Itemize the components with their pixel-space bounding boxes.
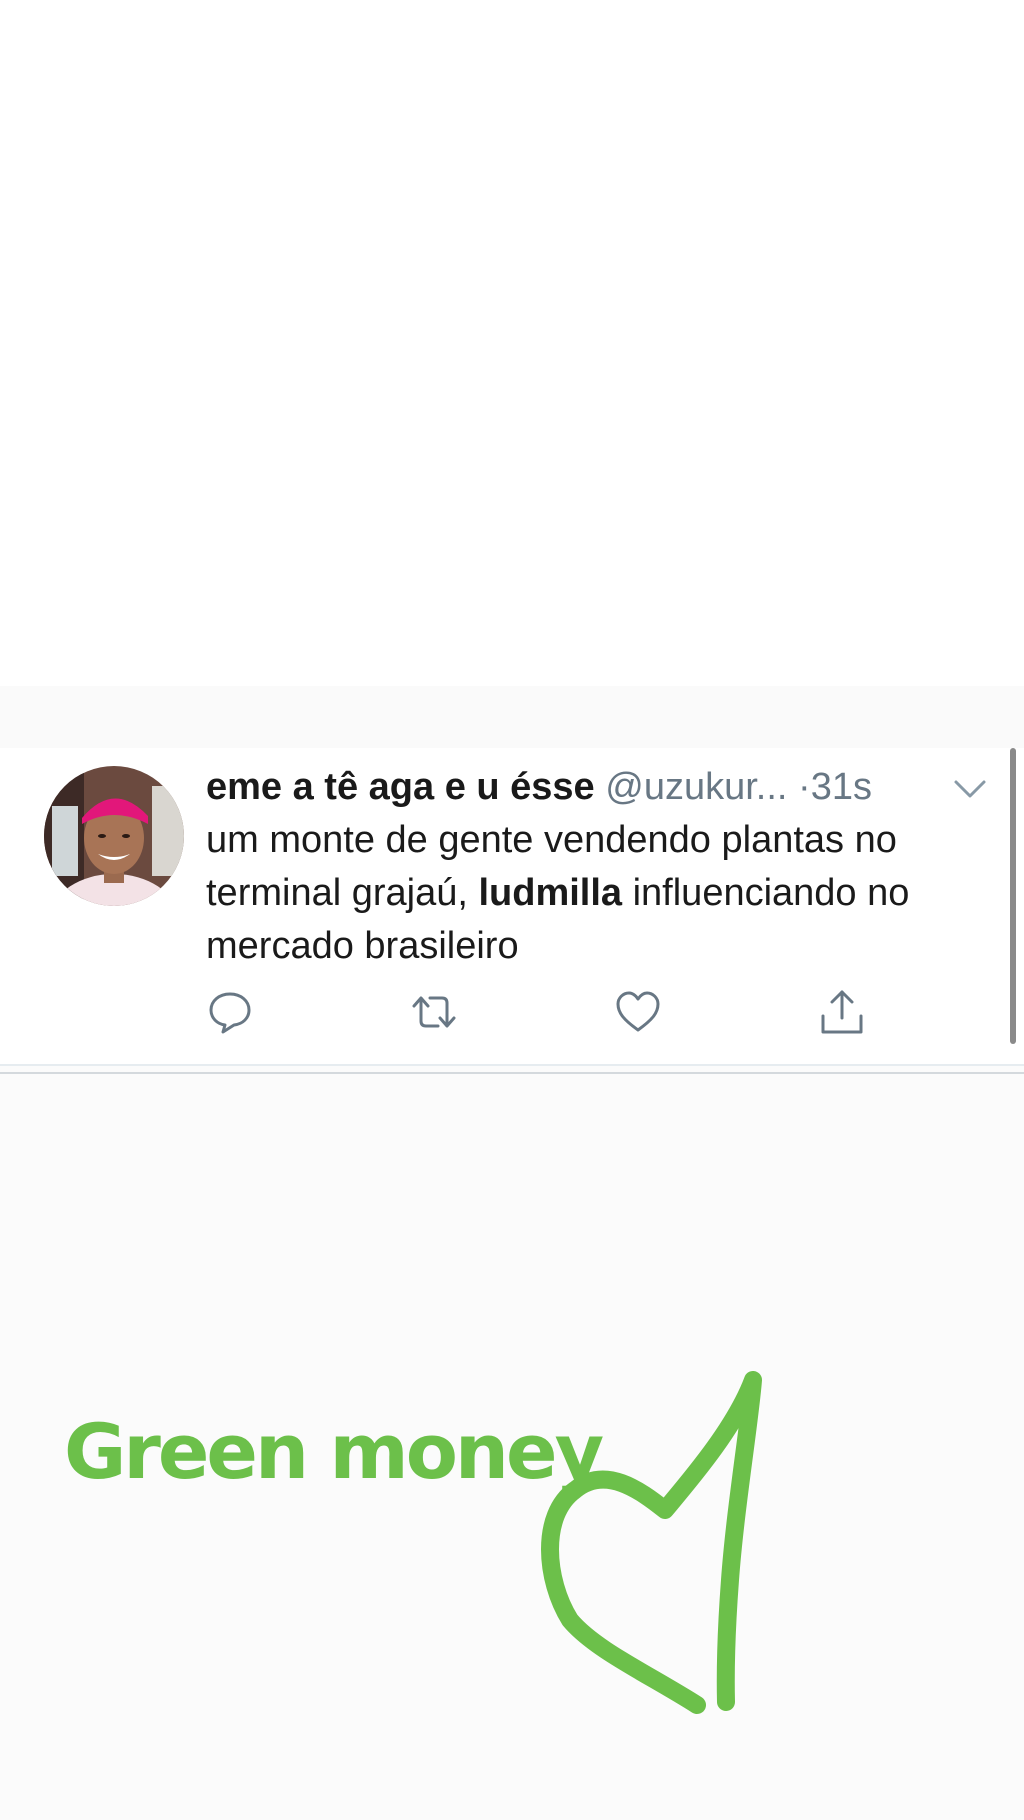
tweet-bottom-border [0,1064,1024,1066]
blank-top-area [0,0,1024,686]
avatar[interactable] [44,766,184,906]
tweet-mention[interactable]: ludmilla [478,872,622,914]
divider [0,1072,1024,1074]
share-upload-icon[interactable] [818,988,866,1036]
top-shade [0,686,1024,748]
tweet-text: um monte de gente vendendo plantas no te… [206,814,996,973]
user-handle[interactable]: @uzukur... [605,766,787,808]
chevron-down-icon[interactable] [950,770,990,810]
tweet-separator: · [798,766,811,808]
tweet-timestamp[interactable]: 31s [811,766,872,808]
heart-icon[interactable] [614,988,662,1036]
tweet-header: eme a tê aga e u ésse @uzukur... ·31s [206,762,996,812]
heart-doodle-icon [541,1371,762,1714]
speech-bubble-icon[interactable] [206,988,254,1036]
tweet-actions [206,988,876,1044]
tweet-card[interactable]: eme a tê aga e u ésse @uzukur... ·31s um… [0,748,1024,1064]
scrollbar[interactable] [1010,748,1016,1044]
display-name[interactable]: eme a tê aga e u ésse [206,766,595,808]
retweet-arrows-icon[interactable] [410,988,458,1036]
